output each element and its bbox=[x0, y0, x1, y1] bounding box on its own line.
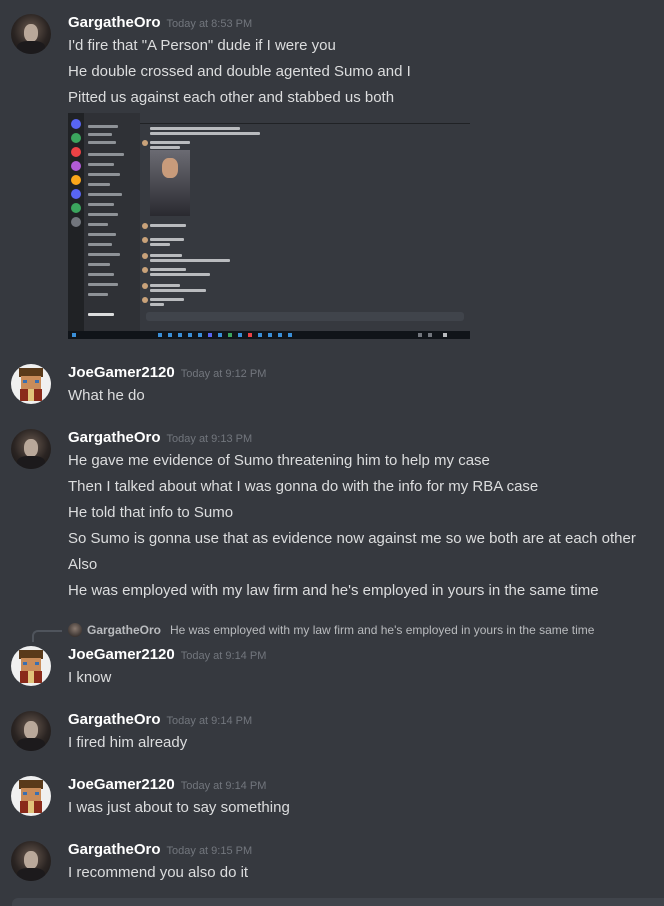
reply-text[interactable]: He was employed with my law firm and he'… bbox=[170, 623, 594, 637]
author-name[interactable]: GargatheOro Today at 8:53 PM bbox=[68, 14, 252, 31]
author-name[interactable]: GargatheOro Today at 9:15 PM bbox=[68, 841, 252, 858]
attachment-text-row bbox=[150, 127, 240, 130]
attachment-text-row bbox=[150, 132, 260, 135]
message-line: He told that info to Sumo bbox=[68, 504, 234, 521]
avatar[interactable] bbox=[11, 429, 51, 469]
attachment-taskbar bbox=[68, 331, 470, 339]
author-username[interactable]: JoeGamer2120 bbox=[68, 364, 175, 381]
image-attachment[interactable] bbox=[68, 113, 470, 339]
attachment-header bbox=[140, 113, 470, 124]
timestamp: Today at 9:14 PM bbox=[166, 715, 253, 727]
attachment-text-row bbox=[150, 141, 190, 144]
attachment-avatar bbox=[142, 297, 148, 303]
attachment-text-row bbox=[150, 284, 180, 287]
attachment-avatar bbox=[142, 237, 148, 243]
attachment-avatar bbox=[142, 223, 148, 229]
timestamp: Today at 9:12 PM bbox=[180, 368, 267, 380]
attachment-message-input bbox=[146, 312, 464, 321]
author-username[interactable]: JoeGamer2120 bbox=[68, 646, 175, 663]
message-line: Pitted us against each other and stabbed… bbox=[68, 89, 395, 106]
author-name[interactable]: GargatheOro Today at 9:14 PM bbox=[68, 711, 252, 728]
author-username[interactable]: JoeGamer2120 bbox=[68, 776, 175, 793]
attachment-server-list bbox=[68, 113, 84, 331]
timestamp: Today at 9:13 PM bbox=[166, 433, 253, 445]
attachment-avatar bbox=[142, 267, 148, 273]
attachment-text-row bbox=[150, 259, 230, 262]
attachment-text-row bbox=[150, 268, 186, 271]
attachment-avatar bbox=[142, 140, 148, 146]
author-username[interactable]: GargatheOro bbox=[68, 841, 161, 858]
reply-preview[interactable]: GargatheOro He was employed with my law … bbox=[32, 621, 652, 642]
message-line: He double crossed and double agented Sum… bbox=[68, 63, 411, 80]
reply-spine bbox=[32, 630, 62, 642]
attachment-text-row bbox=[150, 273, 210, 276]
timestamp: Today at 9:14 PM bbox=[180, 650, 267, 662]
reply-author[interactable]: GargatheOro bbox=[87, 623, 161, 637]
author-username[interactable]: GargatheOro bbox=[68, 429, 161, 446]
reply-avatar[interactable] bbox=[68, 623, 82, 637]
attachment-text-row bbox=[150, 238, 184, 241]
message-line: I know bbox=[68, 669, 112, 686]
message-line: Also bbox=[68, 556, 98, 573]
attachment-text-row bbox=[150, 243, 170, 246]
attachment-dm-list bbox=[84, 113, 140, 331]
message-input-box[interactable] bbox=[12, 898, 664, 906]
attachment-image bbox=[150, 150, 190, 216]
avatar[interactable] bbox=[11, 776, 51, 816]
avatar[interactable] bbox=[11, 646, 51, 686]
author-username[interactable]: GargatheOro bbox=[68, 711, 161, 728]
author-name[interactable]: JoeGamer2120 Today at 9:12 PM bbox=[68, 364, 266, 381]
author-name[interactable]: JoeGamer2120 Today at 9:14 PM bbox=[68, 646, 266, 663]
timestamp: Today at 8:53 PM bbox=[166, 18, 253, 30]
avatar[interactable] bbox=[11, 711, 51, 751]
attachment-text-row bbox=[150, 146, 180, 149]
author-username[interactable]: GargatheOro bbox=[68, 14, 161, 31]
message-line: I was just about to say something bbox=[68, 799, 290, 816]
message-line: So Sumo is gonna use that as evidence no… bbox=[68, 530, 636, 547]
message-line: What he do bbox=[68, 387, 145, 404]
author-name[interactable]: JoeGamer2120 Today at 9:14 PM bbox=[68, 776, 266, 793]
timestamp: Today at 9:15 PM bbox=[166, 845, 253, 857]
timestamp: Today at 9:14 PM bbox=[180, 780, 267, 792]
attachment-text-row bbox=[150, 298, 184, 301]
attachment-text-row bbox=[150, 224, 186, 227]
message-line: I recommend you also do it bbox=[68, 864, 249, 881]
avatar[interactable] bbox=[11, 364, 51, 404]
attachment-avatar bbox=[142, 283, 148, 289]
message-line: I'd fire that "A Person" dude if I were … bbox=[68, 37, 336, 54]
attachment-text-row bbox=[150, 289, 206, 292]
message-line: He was employed with my law firm and he'… bbox=[68, 582, 599, 599]
message-line: Then I talked about what I was gonna do … bbox=[68, 478, 539, 495]
author-name[interactable]: GargatheOro Today at 9:13 PM bbox=[68, 429, 252, 446]
message-line: He gave me evidence of Sumo threatening … bbox=[68, 452, 490, 469]
message-line: I fired him already bbox=[68, 734, 188, 751]
attachment-text-row bbox=[150, 303, 164, 306]
avatar[interactable] bbox=[11, 14, 51, 54]
attachment-text-row bbox=[150, 254, 182, 257]
avatar[interactable] bbox=[11, 841, 51, 881]
attachment-avatar bbox=[142, 253, 148, 259]
